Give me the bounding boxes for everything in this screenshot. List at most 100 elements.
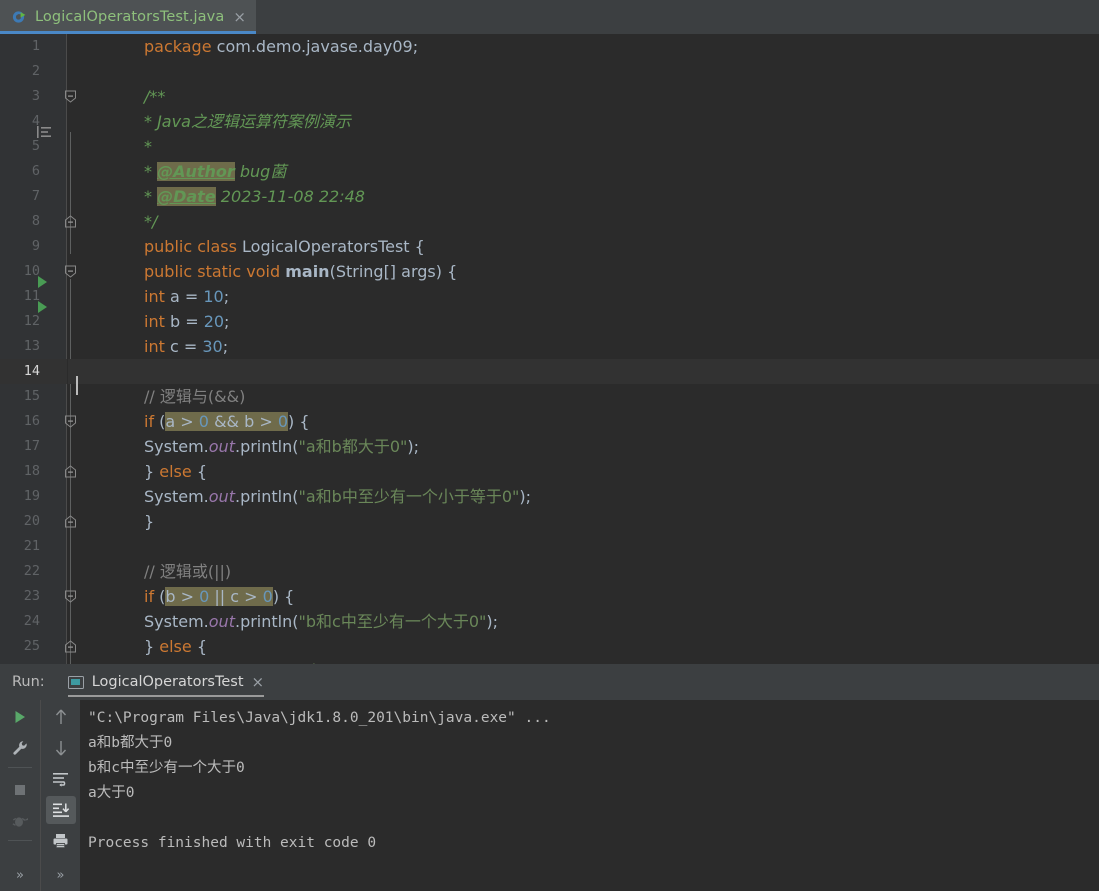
code-line[interactable]: int b = 20;	[68, 309, 1099, 334]
soft-wrap-icon[interactable]	[46, 765, 76, 793]
code-line[interactable]: }	[68, 509, 1099, 534]
line-number: 8	[31, 213, 40, 229]
java-class-runnable-icon	[12, 9, 28, 25]
code-line[interactable]: public class LogicalOperatorsTest {	[68, 234, 1099, 259]
code-line[interactable]: } else {	[68, 634, 1099, 659]
line-number: 16	[23, 413, 40, 429]
line-number: 17	[23, 438, 40, 454]
code-line[interactable]: /**	[68, 84, 1099, 109]
code-line-text: System.out.println("a和b中至少有一个小于等于0");	[144, 487, 532, 506]
code-line[interactable]	[68, 359, 1099, 384]
run-configuration-tab[interactable]: LogicalOperatorsTest ×	[67, 664, 265, 700]
code-line[interactable]: *	[68, 134, 1099, 159]
fold-region-start-icon[interactable]	[64, 90, 77, 103]
editor-tab-logicaloperatorstest[interactable]: LogicalOperatorsTest.java ×	[0, 0, 256, 34]
line-number: 4	[31, 113, 40, 129]
intellij-idea-window: LogicalOperatorsTest.java × 1 2 3 4 5 6 7 8 9 10 1…	[0, 0, 1099, 891]
toolbar-divider	[8, 767, 32, 768]
code-line[interactable]: int c = 30;	[68, 334, 1099, 359]
line-number: 7	[31, 188, 40, 204]
code-line[interactable]: * @Date 2023-11-08 22:48	[68, 184, 1099, 209]
fold-region-start-icon[interactable]	[64, 590, 77, 603]
edit-configurations-button[interactable]	[5, 734, 35, 762]
fold-region-end-icon[interactable]	[64, 515, 77, 528]
console-command-line[interactable]: "C:\Program Files\Java\jdk1.8.0_201\bin\…	[88, 710, 551, 726]
fold-region-start-icon[interactable]	[64, 265, 77, 278]
line-number: 3	[31, 88, 40, 104]
close-icon[interactable]: ×	[252, 674, 265, 690]
code-line[interactable]: * @Author bug菌	[68, 159, 1099, 184]
line-number: 2	[31, 63, 40, 79]
line-number: 13	[23, 338, 40, 354]
code-line-text: /**	[144, 87, 166, 106]
code-line[interactable]: */	[68, 209, 1099, 234]
rerun-button[interactable]	[5, 703, 35, 731]
code-line[interactable]: * Java之逻辑运算符案例演示	[68, 109, 1099, 134]
code-line-text: System.out.println("a和b都大于0");	[144, 437, 420, 456]
line-number: 12	[23, 313, 40, 329]
fold-region-end-icon[interactable]	[64, 640, 77, 653]
code-line[interactable]: // 逻辑与(&&)	[68, 384, 1099, 409]
run-class-gutter-icon[interactable]	[38, 276, 47, 288]
console-scrollbar[interactable]	[1089, 700, 1099, 891]
line-number: 18	[23, 463, 40, 479]
run-actions-toolbar: »	[0, 700, 40, 891]
editor-tab-bar: LogicalOperatorsTest.java ×	[0, 0, 1099, 34]
line-number: 14	[23, 363, 40, 379]
expand-toolbar-button[interactable]: »	[57, 868, 65, 883]
code-line-text: int a = 10;	[144, 287, 230, 306]
code-line[interactable]: System.out.println("a和b都大于0");	[68, 434, 1099, 459]
run-method-gutter-icon[interactable]	[38, 301, 47, 313]
code-line[interactable]: package com.demo.javase.day09;	[68, 34, 1099, 59]
code-line-text: System.out.println("b和c中至少有一个大于0");	[144, 612, 498, 631]
line-number: 5	[31, 138, 40, 154]
code-line[interactable]: // 逻辑或(||)	[68, 559, 1099, 584]
console-output-lines: a和b都大于0 b和c中至少有一个大于0 a大于0 Process finished…	[88, 731, 1099, 856]
text-caret	[76, 376, 78, 395]
code-editor[interactable]: 1 2 3 4 5 6 7 8 9 10 11 12 13 14 15 16 17 18 19 20 21 22 23 24 2…	[0, 34, 1099, 664]
bug-icon[interactable]	[5, 807, 35, 835]
code-lines[interactable]: package com.demo.javase.day09; /** * Java…	[68, 34, 1099, 664]
code-line-text: int c = 30;	[144, 337, 229, 356]
code-line-text: public class LogicalOperatorsTest {	[144, 237, 425, 256]
console-output-line: a和b都大于0	[88, 735, 173, 751]
code-line-text: package com.demo.javase.day09;	[144, 37, 419, 56]
editor-tab-label: LogicalOperatorsTest.java	[35, 9, 225, 25]
scroll-to-end-icon[interactable]	[45, 796, 76, 824]
run-panel-header: Run: LogicalOperatorsTest ×	[0, 664, 1099, 700]
arrow-down-icon[interactable]	[46, 734, 76, 762]
console-output[interactable]: "C:\Program Files\Java\jdk1.8.0_201\bin\…	[80, 700, 1099, 891]
code-line-text: } else {	[144, 637, 207, 656]
code-line[interactable]: } else {	[68, 459, 1099, 484]
code-line-text: // 逻辑与(&&)	[144, 387, 246, 406]
code-line[interactable]: if (b > 0 || c > 0) {	[68, 584, 1099, 609]
code-line[interactable]	[68, 534, 1099, 559]
fold-region-end-icon[interactable]	[64, 215, 77, 228]
code-line[interactable]: if (a > 0 && b > 0) {	[68, 409, 1099, 434]
fold-region-start-icon[interactable]	[64, 415, 77, 428]
code-line-text: * @Author bug菌	[144, 162, 287, 181]
console-output-line: b和c中至少有一个大于0	[88, 760, 245, 776]
code-line[interactable]: System.out.println("b和c中至少有一个大于0");	[68, 609, 1099, 634]
code-line-text: } else {	[144, 462, 207, 481]
printer-icon[interactable]	[46, 827, 76, 855]
run-panel-title: Run:	[12, 674, 45, 690]
code-line[interactable]	[68, 59, 1099, 84]
active-run-tab-indicator	[67, 695, 265, 697]
line-number: 20	[23, 513, 40, 529]
arrow-up-icon[interactable]	[46, 703, 76, 731]
line-number: 9	[31, 238, 40, 254]
editor-gutter[interactable]: 1 2 3 4 5 6 7 8 9 10 11 12 13 14 15 16 17 18 19 20 21 22 23 24 2…	[0, 34, 67, 664]
code-line[interactable]: System.out.println("a和b中至少有一个小于等于0");	[68, 484, 1099, 509]
structure-view-icon[interactable]	[37, 124, 52, 143]
code-line-text: */	[144, 212, 158, 231]
expand-toolbar-button[interactable]: »	[16, 868, 24, 883]
code-line[interactable]: public static void main(String[] args) {	[68, 259, 1099, 284]
code-line[interactable]: int a = 10;	[68, 284, 1099, 309]
close-icon[interactable]: ×	[233, 9, 246, 25]
fold-region-end-icon[interactable]	[64, 465, 77, 478]
run-tab-label: LogicalOperatorsTest	[91, 674, 244, 690]
code-line-text: if (a > 0 && b > 0) {	[144, 412, 310, 431]
stop-button[interactable]	[5, 776, 35, 804]
